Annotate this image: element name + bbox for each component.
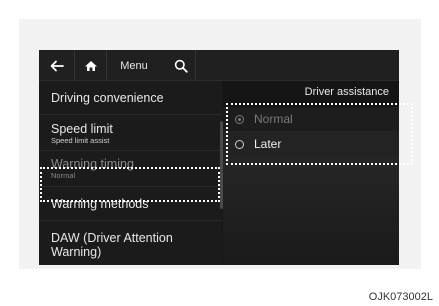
highlight-box-warning-timing [40,167,220,202]
top-bar: Menu [39,50,399,81]
menu-item-title: Speed limit [51,122,113,136]
menu-item-title: Driving convenience [51,90,164,105]
menu-item-daw[interactable]: DAW (Driver Attention Warning) [39,221,222,265]
menu-item-subtitle: Speed limit assist [51,136,110,145]
menu-item-title: DAW (Driver Attention Warning) [51,231,173,259]
figure-code: OJK073002L [368,291,433,303]
top-bar-spacer [195,50,399,81]
panel-background [223,157,399,265]
home-button[interactable] [75,50,107,81]
back-button[interactable] [39,50,75,81]
home-icon [84,60,97,71]
menu-item-speed-limit[interactable]: Speed limit Speed limit assist [39,115,222,151]
search-button[interactable] [167,50,195,81]
highlight-box-options [226,103,413,165]
menu-label: Menu [120,59,148,72]
left-arrow-icon [50,60,64,71]
menu-button[interactable]: Menu [107,50,175,81]
panel-header: Driver assistance [304,86,389,98]
search-icon [174,59,188,73]
menu-item-driving-convenience[interactable]: Driving convenience [39,81,222,115]
